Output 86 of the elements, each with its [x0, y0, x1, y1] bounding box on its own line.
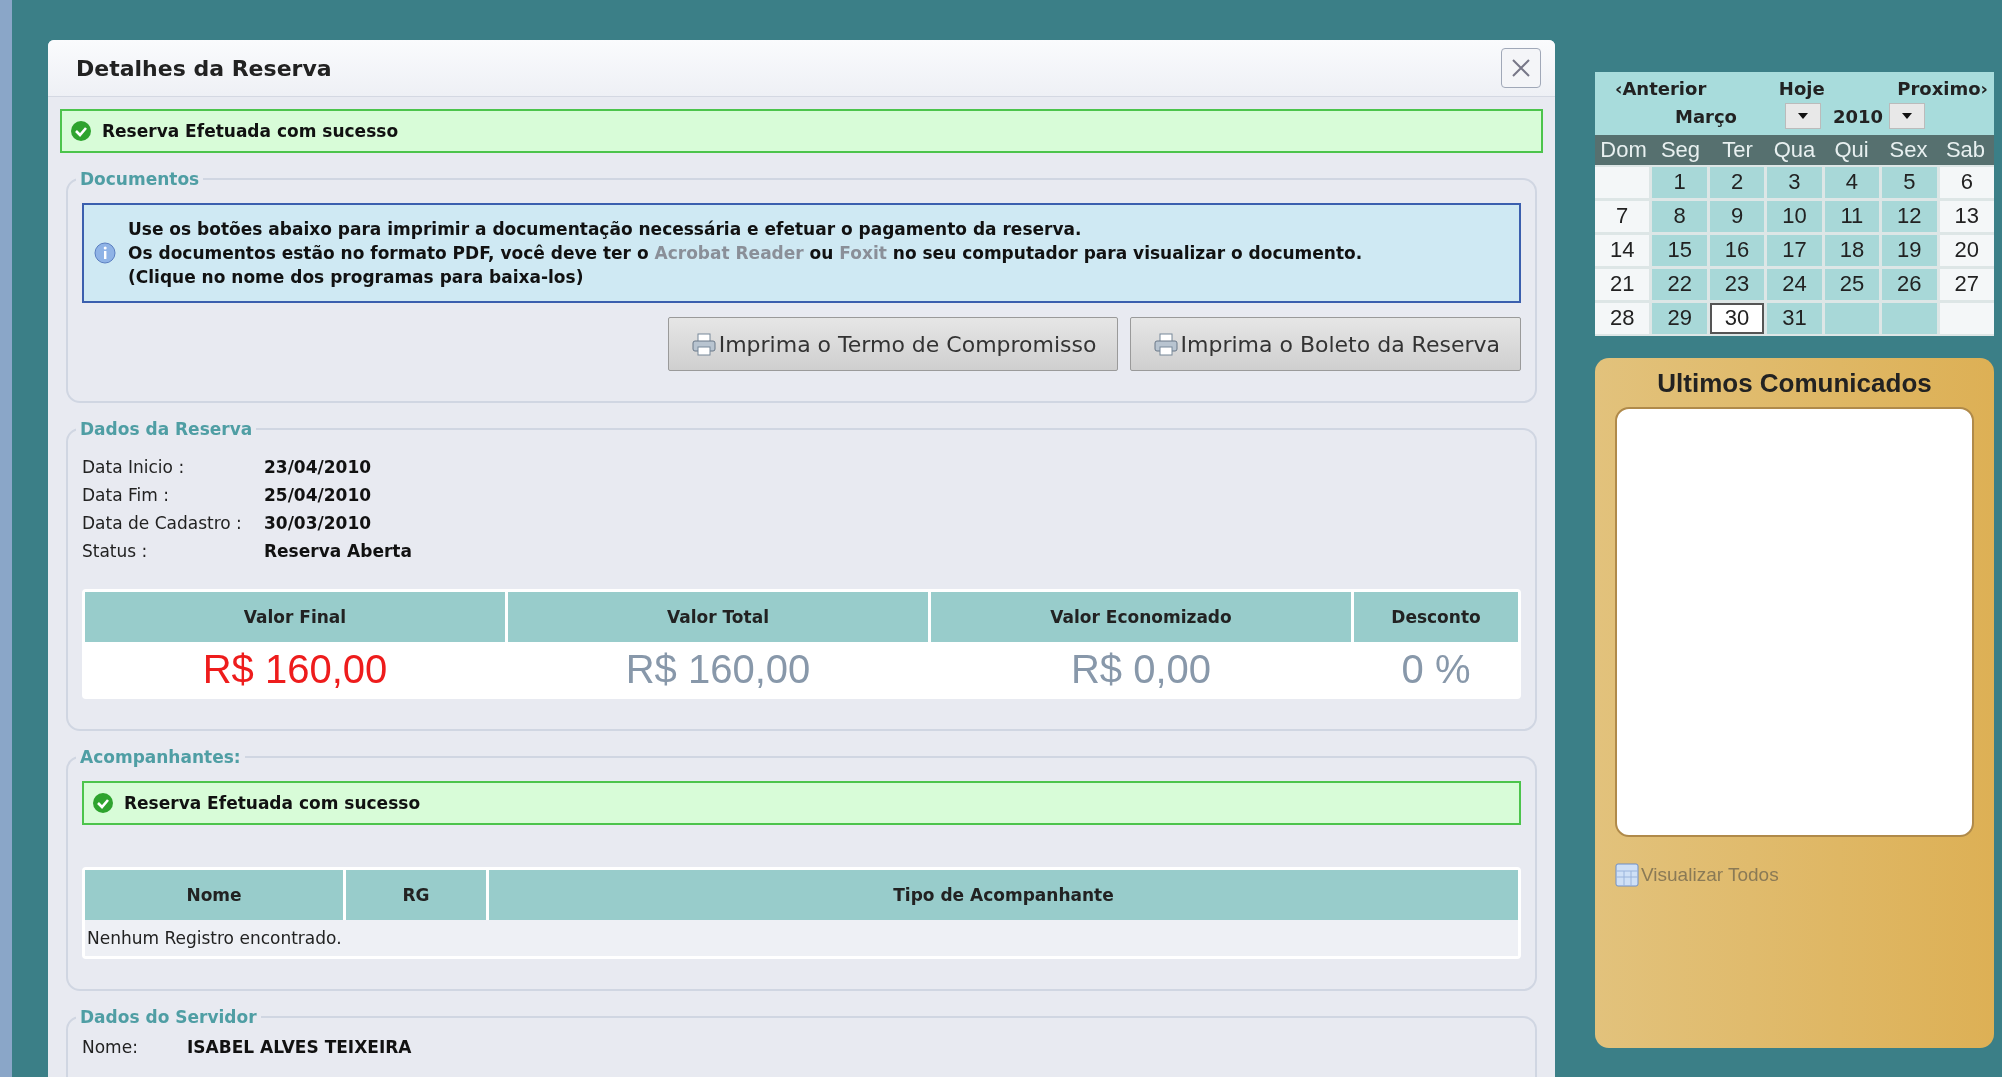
- success-text: Reserva Efetuada com sucesso: [124, 793, 421, 813]
- day-cell[interactable]: 13: [1939, 201, 1994, 232]
- info-text: Use os botões abaixo para imprimir a documentação necessária e efetuar o pagamento da reserva.: [128, 218, 1083, 241]
- weekday-header: Qui: [1833, 136, 1870, 164]
- section-legend: Dados do Servidor: [76, 1007, 261, 1027]
- year-label: 2010: [1833, 105, 1884, 127]
- check-icon: [92, 792, 114, 814]
- caret-icon: [1798, 113, 1808, 119]
- panel-title: Ultimos Comunicados: [1656, 368, 1933, 399]
- day-cell[interactable]: 22: [1652, 269, 1707, 300]
- field-value: 23/04/2010: [264, 456, 372, 479]
- day-cell[interactable]: 31: [1767, 303, 1822, 334]
- info-text: (Clique no nome dos programas para baixa-los): [128, 266, 585, 289]
- field-value: 25/04/2010: [264, 484, 372, 507]
- printer-icon: [1152, 331, 1179, 357]
- day-cell[interactable]: 6: [1939, 167, 1994, 198]
- day-cell[interactable]: 4: [1824, 167, 1880, 198]
- field-value: Reserva Aberta: [264, 540, 412, 563]
- weekday-header: Seg: [1659, 136, 1702, 164]
- day-cell[interactable]: 29: [1652, 303, 1707, 334]
- day-cell[interactable]: 5: [1882, 167, 1937, 198]
- weekday-header: Qua: [1772, 136, 1817, 164]
- day-cell[interactable]: 12: [1882, 201, 1937, 232]
- day-cell[interactable]: 20: [1939, 235, 1994, 266]
- field-label: Status :: [82, 540, 149, 563]
- day-cell[interactable]: 30: [1709, 303, 1765, 334]
- day-cell[interactable]: 19: [1882, 235, 1937, 266]
- column-header[interactable]: Tipo de Acompanhante: [489, 870, 1518, 920]
- day-cell[interactable]: 2: [1709, 167, 1765, 198]
- caret-icon: [1902, 113, 1913, 119]
- day-cell[interactable]: 15: [1652, 235, 1707, 266]
- info-text: Os documentos estão no formato PDF, você deve ter o Acrobat Reader ou Foxit no seu computador para visualizar o documento.: [128, 242, 1363, 265]
- column-header[interactable]: Nome: [85, 870, 343, 920]
- close-button[interactable]: [1501, 48, 1541, 88]
- day-cell[interactable]: 7: [1595, 201, 1650, 232]
- day-cell[interactable]: 18: [1824, 235, 1880, 266]
- next-link[interactable]: Proximo›: [1897, 78, 1988, 99]
- info-icon: [94, 242, 116, 264]
- success-text: Reserva Efetuada com sucesso: [102, 121, 399, 141]
- section-legend: Dados da Reserva: [76, 419, 257, 439]
- day-cell[interactable]: 10: [1767, 201, 1822, 232]
- weekday-header: Ter: [1721, 136, 1754, 164]
- field-label: Nome:: [82, 1036, 139, 1059]
- column-header: Valor Final: [85, 592, 505, 642]
- day-cell[interactable]: 28: [1595, 303, 1650, 334]
- section-legend: Documentos: [76, 169, 204, 189]
- day-cell[interactable]: 23: [1709, 269, 1765, 300]
- weekday-header: Sab: [1944, 136, 1987, 164]
- weekday-header: Dom: [1599, 136, 1648, 164]
- column-header: Valor Total: [508, 592, 928, 642]
- field-label: Data Inicio :: [82, 456, 186, 479]
- close-icon: [1510, 57, 1532, 79]
- previous-link[interactable]: ‹Anterior: [1615, 78, 1707, 99]
- printer-icon: [690, 331, 717, 357]
- day-cell[interactable]: 8: [1652, 201, 1707, 232]
- day-cell[interactable]: 16: [1709, 235, 1765, 266]
- window-title: Detalhes da Reserva: [76, 55, 332, 81]
- day-cell[interactable]: 27: [1939, 269, 1994, 300]
- day-cell[interactable]: 26: [1882, 269, 1937, 300]
- field-value: 30/03/2010: [264, 512, 372, 535]
- month-dropdown[interactable]: [1785, 103, 1821, 129]
- day-cell[interactable]: 11: [1824, 201, 1880, 232]
- column-header[interactable]: RG: [346, 870, 486, 920]
- column-header: Desconto: [1354, 592, 1518, 642]
- today-link[interactable]: Hoje: [1778, 78, 1825, 99]
- field-label: Data Fim :: [82, 484, 170, 507]
- day-cell[interactable]: 9: [1709, 201, 1765, 232]
- day-cell[interactable]: 21: [1595, 269, 1650, 300]
- print-button[interactable]: Imprima o Boleto da Reserva: [1129, 317, 1521, 371]
- field-value: ISABEL ALVES TEIXEIRA: [187, 1036, 412, 1059]
- empty-text: Nenhum Registro encontrado.: [85, 920, 1518, 956]
- column-header: Valor Economizado: [931, 592, 1351, 642]
- day-cell[interactable]: 24: [1767, 269, 1822, 300]
- field-label: Data de Cadastro :: [82, 512, 243, 535]
- print-button[interactable]: Imprima o Termo de Compromisso: [667, 317, 1118, 371]
- weekday-header: Sex: [1888, 136, 1929, 164]
- check-icon: [70, 120, 92, 142]
- year-dropdown[interactable]: [1889, 103, 1926, 129]
- month-label: Março: [1675, 105, 1738, 127]
- day-cell[interactable]: 3: [1767, 167, 1822, 198]
- day-cell[interactable]: 1: [1652, 167, 1707, 198]
- table-icon: [1615, 863, 1639, 887]
- section-legend: Acompanhantes:: [76, 747, 245, 767]
- day-cell[interactable]: 17: [1767, 235, 1822, 266]
- day-cell[interactable]: 25: [1824, 269, 1880, 300]
- day-cell[interactable]: 14: [1595, 235, 1650, 266]
